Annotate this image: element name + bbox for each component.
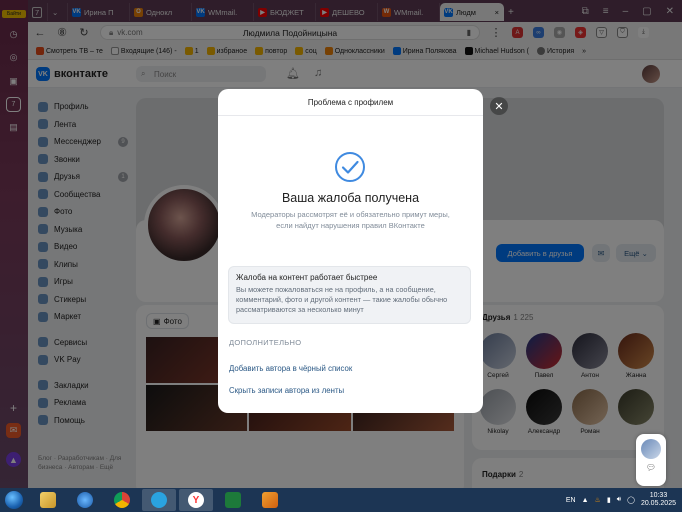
volume-icon[interactable]: 🔊︎ [617,496,621,504]
box-icon [262,492,278,508]
start-button[interactable] [0,488,28,512]
tray-arrow-icon[interactable]: ▲ [582,497,589,504]
network-icon[interactable]: ▮ [607,496,611,504]
chat-icon[interactable]: ◯ [627,496,635,504]
info-text: Вы можете пожаловаться не на профиль, а … [236,285,448,315]
clock-time: 10:33 [649,491,668,499]
taskbar-explorer[interactable] [31,489,65,511]
taskbar-chrome[interactable] [105,489,139,511]
globe-icon [77,492,93,508]
modal-close-icon[interactable]: ✕ [490,97,508,115]
taskbar-yandex[interactable]: Y [179,489,213,511]
language-indicator[interactable]: EN [566,497,576,504]
modal-title: Ваша жалоба получена [281,191,420,205]
hide-posts-link[interactable]: Скрыть записи автора из ленты [229,386,344,395]
taskbar-app[interactable] [253,489,287,511]
taskbar-ie[interactable] [68,489,102,511]
system-tray: EN ▲ ♨ ▮ 🔊︎ ◯ 10:33 20.05.2025 [566,492,682,509]
chat-bubble-icon: 💬︎ [645,463,657,472]
clock[interactable]: 10:33 20.05.2025 [641,492,676,509]
clock-date: 20.05.2025 [640,500,676,507]
spreadsheet-icon [225,492,241,508]
modal-description: Модераторы рассмотрят её и обязательно п… [251,210,450,230]
check-circle-icon [335,152,365,182]
modal-header: Проблема с профилем [218,89,483,116]
blacklist-link[interactable]: Добавить автора в чёрный список [229,364,352,373]
info-title: Жалоба на контент работает быстрее [236,273,378,282]
telegram-icon [151,492,167,508]
flame-icon[interactable]: ♨ [595,496,601,504]
chat-widget[interactable]: 💬︎ [636,434,666,486]
report-modal: Проблема с профилем Ваша жалоба получена… [218,89,483,413]
yandex-browser-icon: Y [188,492,204,508]
chat-avatar [641,439,661,459]
windows-logo-icon [5,491,23,509]
folder-icon [40,492,56,508]
additional-label: ДОПОЛНИТЕЛЬНО [229,338,302,347]
info-box: Жалоба на контент работает быстрее Вы мо… [228,266,471,324]
chrome-icon [114,492,130,508]
windows-taskbar: Y EN ▲ ♨ ▮ 🔊︎ ◯ 10:33 20.05.2025 [0,488,682,512]
taskbar-telegram[interactable] [142,489,176,511]
taskbar-excel[interactable] [216,489,250,511]
